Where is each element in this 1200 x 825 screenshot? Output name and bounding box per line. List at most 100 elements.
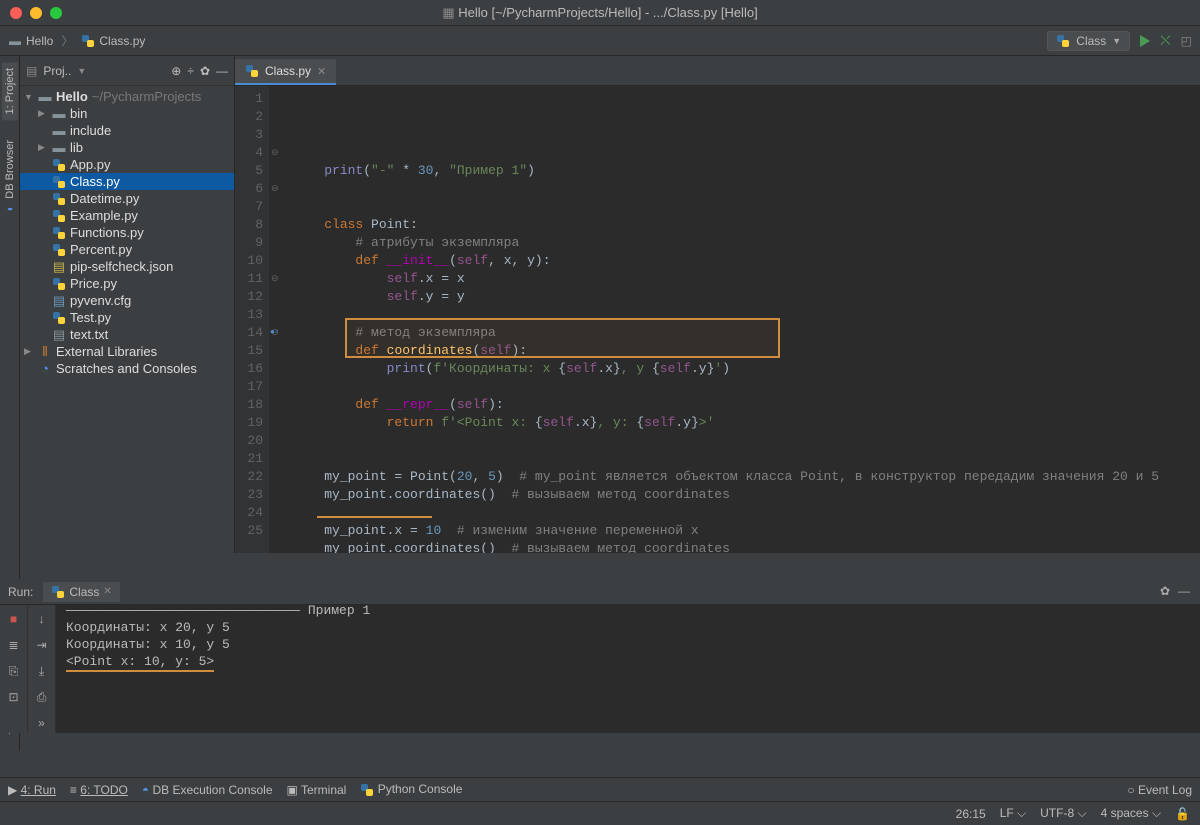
hide-icon[interactable]: — <box>1178 584 1190 598</box>
python-file-icon <box>245 64 259 78</box>
gear-icon[interactable]: ✿ <box>1160 584 1170 598</box>
line-separator[interactable]: LF ⌵ <box>1000 806 1026 821</box>
folder-icon: ▤ <box>26 64 37 78</box>
python-icon <box>1056 34 1070 48</box>
tree-item-text-txt[interactable]: ▤text.txt <box>20 326 234 343</box>
indent-settings[interactable]: 4 spaces ⌵ <box>1101 806 1161 821</box>
todo-tab-button[interactable]: ≡ 6: TODO <box>70 783 128 797</box>
gear-icon[interactable]: ✿ <box>200 64 210 78</box>
run-configuration-selector[interactable]: Class ▼ <box>1047 31 1130 51</box>
config-file-icon: ▤ <box>52 294 66 308</box>
event-log-button[interactable]: ○ Event Log <box>1127 783 1192 797</box>
stop-button[interactable]: ■ <box>4 609 24 629</box>
python-console-tab-button[interactable]: Python Console <box>360 782 462 797</box>
cursor-position[interactable]: 26:15 <box>956 807 986 821</box>
fold-gutter[interactable]: ⊖⊖⊖⊖●↑ <box>269 86 285 553</box>
tree-item-Class-py[interactable]: Class.py <box>20 173 234 190</box>
tree-item-Price-py[interactable]: Price.py <box>20 275 234 292</box>
scratches-icon: ◔ <box>38 362 52 376</box>
minimize-icon[interactable] <box>30 7 42 19</box>
python-file-icon <box>81 34 95 48</box>
down-button[interactable]: ↓ <box>32 609 52 629</box>
run-tab-label: Class <box>69 585 99 599</box>
breadcrumb[interactable]: ▬ Hello 〉 Class.py <box>8 32 145 49</box>
scroll-button[interactable]: ⤓ <box>32 661 52 681</box>
pin-button[interactable]: ⊡ <box>4 687 24 707</box>
code-content[interactable]: print("-" * 30, "Пример 1") class Point:… <box>285 86 1200 553</box>
run-config-name: Class <box>1076 34 1106 48</box>
tree-item-Hello[interactable]: ▼▬Hello ~/PycharmProjects <box>20 88 234 105</box>
tree-item-Test-py[interactable]: Test.py <box>20 309 234 326</box>
breadcrumb-project: Hello <box>26 34 53 48</box>
editor-tab-label: Class.py <box>265 64 311 78</box>
python-file-icon <box>52 158 66 172</box>
python-file-icon <box>52 277 66 291</box>
tree-item-include[interactable]: ▬include <box>20 122 234 139</box>
tree-item-Functions-py[interactable]: Functions.py <box>20 224 234 241</box>
navigation-bar: ▬ Hello 〉 Class.py Class ▼ ⛌ ◰ <box>0 26 1200 56</box>
close-icon[interactable]: ✕ <box>317 65 326 78</box>
project-tree[interactable]: ▼▬Hello ~/PycharmProjects▶▬bin▬include▶▬… <box>20 86 234 553</box>
hide-icon[interactable]: — <box>216 64 228 78</box>
run-button[interactable] <box>1140 35 1150 47</box>
python-file-icon <box>52 243 66 257</box>
tree-item-Datetime-py[interactable]: Datetime.py <box>20 190 234 207</box>
line-number-gutter[interactable]: 1234567891011121314151617181920212223242… <box>235 86 269 553</box>
chevron-down-icon[interactable]: ▼ <box>77 66 86 76</box>
more-button[interactable]: » <box>32 713 52 733</box>
window-controls <box>0 7 72 19</box>
close-icon[interactable]: ✕ <box>103 586 111 597</box>
json-file-icon: ▤ <box>52 260 66 274</box>
tree-item-pyvenv-cfg[interactable]: ▤pyvenv.cfg <box>20 292 234 309</box>
folder-icon: ▬ <box>8 34 22 48</box>
locate-icon[interactable]: ⊕ <box>171 64 181 78</box>
wrap-button[interactable]: ⇥ <box>32 635 52 655</box>
editor-area: Class.py ✕ 12345678910111213141516171819… <box>235 56 1200 553</box>
code-editor[interactable]: 1234567891011121314151617181920212223242… <box>235 86 1200 553</box>
folder-icon: ▬ <box>38 90 52 104</box>
run-tab[interactable]: Class ✕ <box>43 582 119 602</box>
maximize-icon[interactable] <box>50 7 62 19</box>
python-file-icon <box>52 192 66 206</box>
file-encoding[interactable]: UTF-8 ⌵ <box>1040 806 1086 821</box>
pause-button[interactable]: ≣ <box>4 635 24 655</box>
tree-item-Example-py[interactable]: Example.py <box>20 207 234 224</box>
python-file-icon <box>52 226 66 240</box>
left-tool-rail: 1: Project ◓ DB Browser <box>0 56 20 553</box>
folder-icon: ▬ <box>52 107 66 121</box>
tab-db-browser[interactable]: ◓ DB Browser <box>2 134 18 220</box>
db-console-tab-button[interactable]: ◓ DB Execution Console <box>142 783 273 797</box>
window-title: ▦ Hello [~/PycharmProjects/Hello] - .../… <box>0 5 1200 21</box>
project-tool-window: ▤ Proj.. ▼ ⊕ ÷ ✿ — ▼▬Hello ~/PycharmProj… <box>20 56 235 553</box>
python-icon <box>51 585 65 599</box>
tree-item-external-libraries[interactable]: ▶⫴External Libraries <box>20 343 234 360</box>
text-file-icon: ▤ <box>52 328 66 342</box>
python-file-icon <box>52 175 66 189</box>
lock-icon[interactable]: 🔓 <box>1175 807 1190 821</box>
tree-item-Percent-py[interactable]: Percent.py <box>20 241 234 258</box>
close-icon[interactable] <box>10 7 22 19</box>
run-panel-header: Run: Class ✕ ✿ — <box>0 579 1200 605</box>
titlebar: ▦ Hello [~/PycharmProjects/Hello] - .../… <box>0 0 1200 26</box>
print-button[interactable]: ⎙ <box>32 687 52 707</box>
folder-icon: ▬ <box>52 124 66 138</box>
folder-icon: ▬ <box>52 141 66 155</box>
search-button[interactable]: ◰ <box>1181 34 1192 48</box>
run-tab-button[interactable]: ▶ 4: Run <box>8 783 56 797</box>
run-tool-window: Run: Class ✕ ✿ — ■ ≣ ⎘ ⊡ ↑ ↓ ⇥ ⤓ ⎙ » /Us… <box>0 579 1200 777</box>
editor-tab-class[interactable]: Class.py ✕ <box>235 59 336 85</box>
python-file-icon <box>52 209 66 223</box>
collapse-icon[interactable]: ÷ <box>187 64 194 78</box>
tree-item-App-py[interactable]: App.py <box>20 156 234 173</box>
debug-button[interactable]: ⛌ <box>1160 32 1170 49</box>
tree-item-bin[interactable]: ▶▬bin <box>20 105 234 122</box>
tree-item-pip-selfcheck-json[interactable]: ▤pip-selfcheck.json <box>20 258 234 275</box>
tab-project[interactable]: 1: Project <box>2 62 18 120</box>
terminal-tab-button[interactable]: ▣ Terminal <box>287 783 347 797</box>
exit-button[interactable]: ⎘ <box>4 661 24 681</box>
tree-item-lib[interactable]: ▶▬lib <box>20 139 234 156</box>
bottom-tool-bar: ▶ 4: Run ≡ 6: TODO ◓ DB Execution Consol… <box>0 777 1200 801</box>
tree-item-scratches[interactable]: ◔Scratches and Consoles <box>20 360 234 377</box>
run-panel-title: Run: <box>8 585 33 599</box>
libraries-icon: ⫴ <box>38 345 52 359</box>
